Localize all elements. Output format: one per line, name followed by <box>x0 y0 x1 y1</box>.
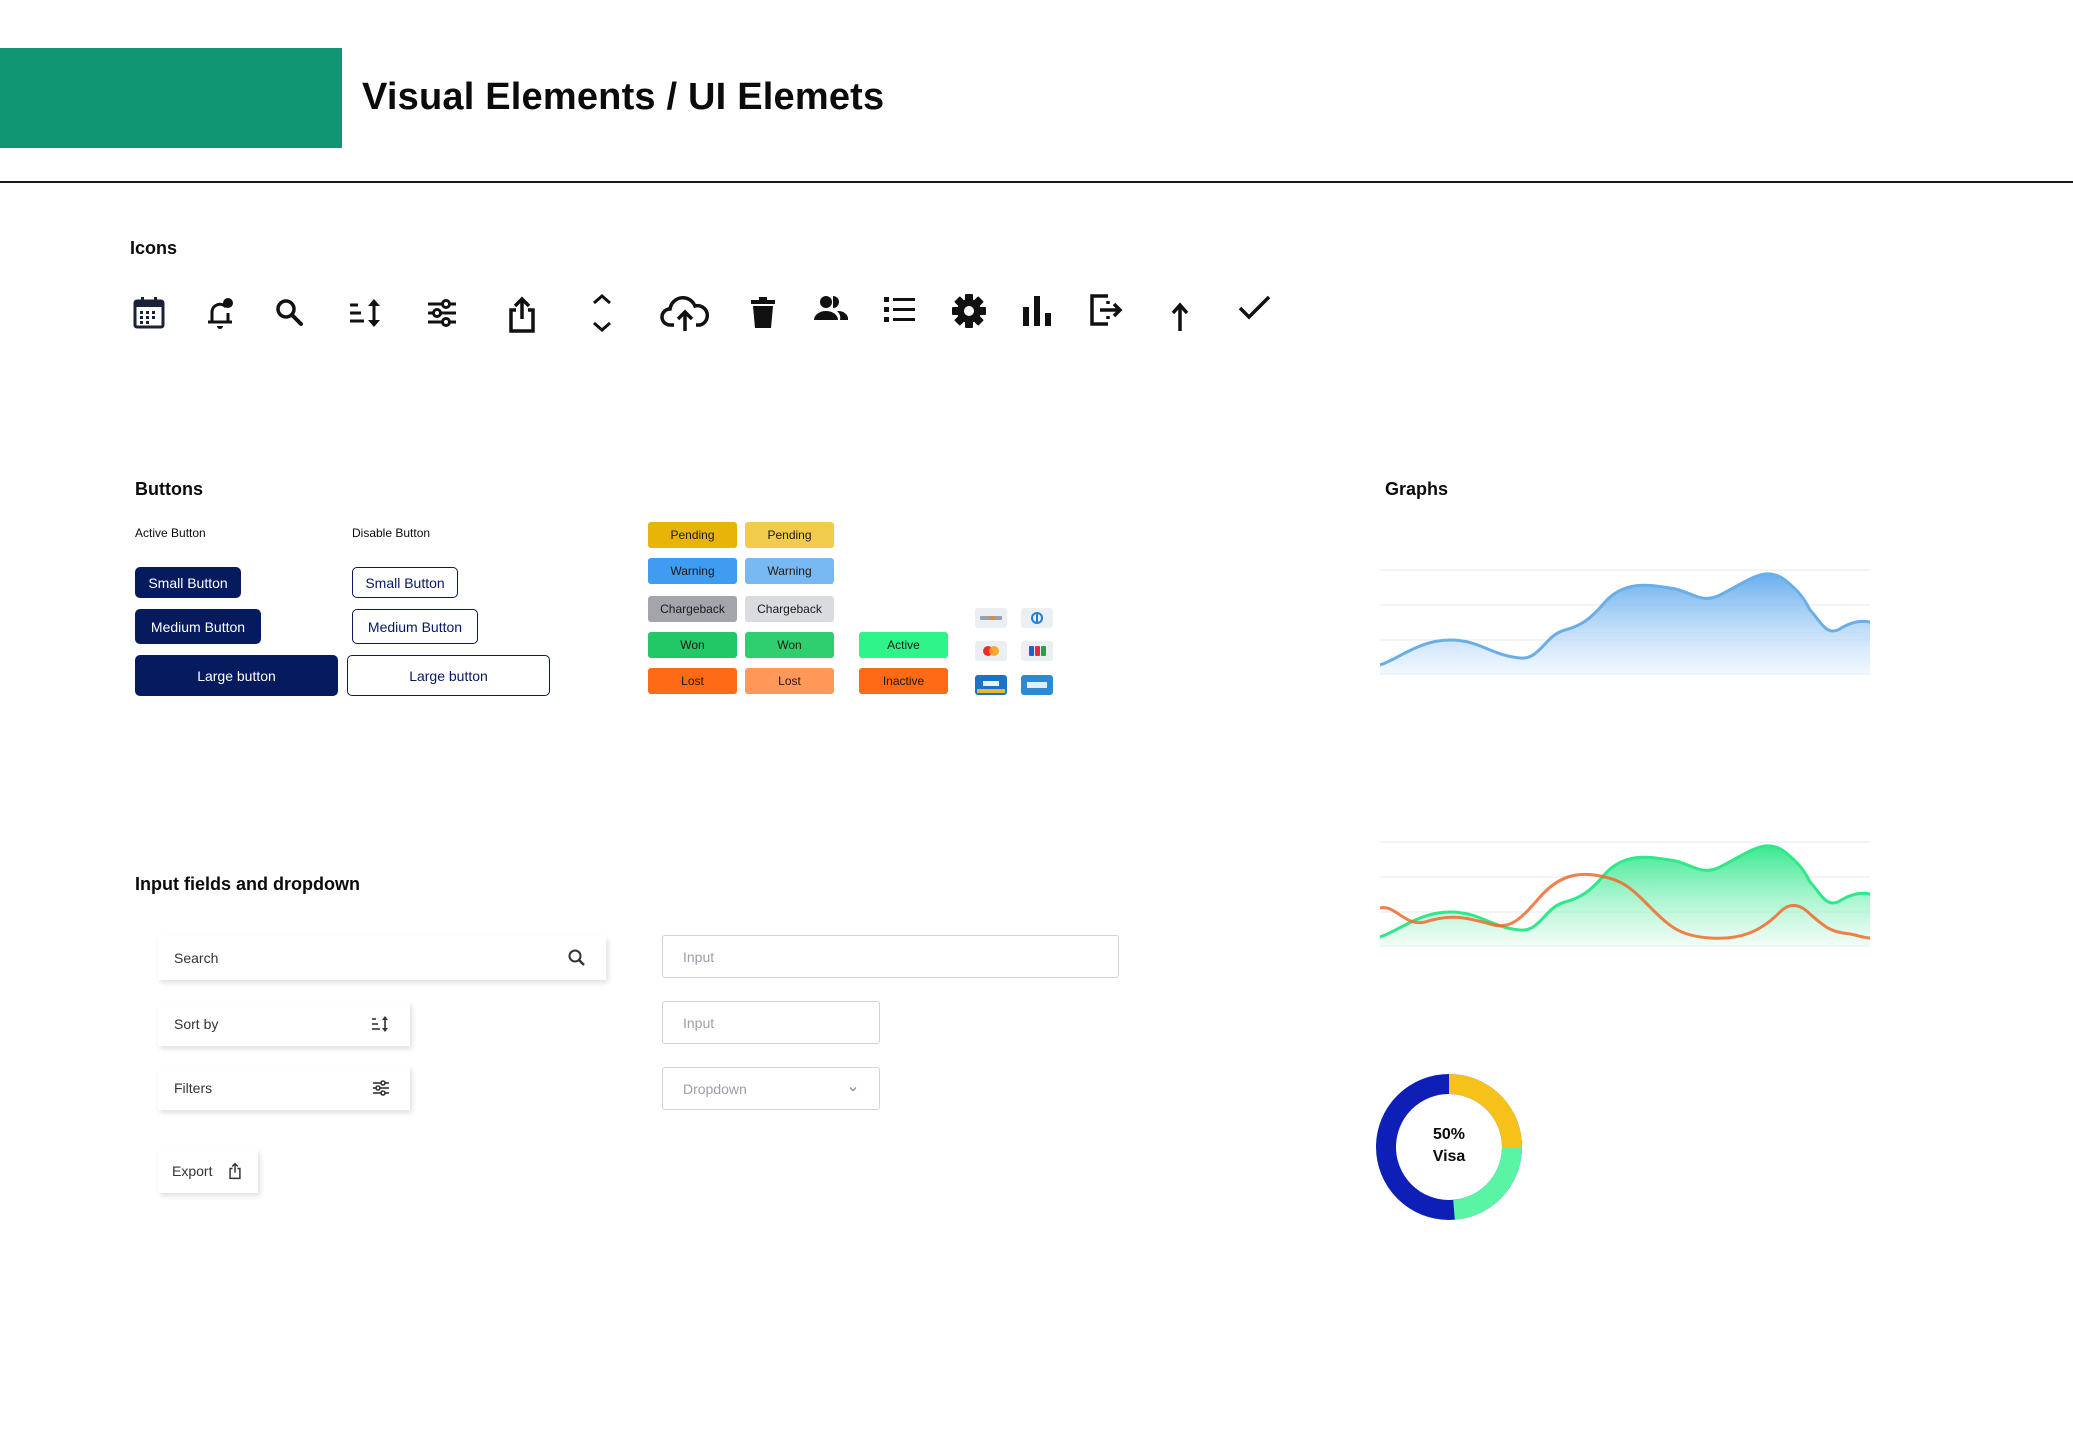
donut-center-label: 50% Visa <box>1399 1124 1499 1168</box>
lost-badge: Lost <box>648 668 737 694</box>
expand-icon[interactable] <box>582 293 622 333</box>
bar-chart-icon[interactable] <box>1019 291 1059 331</box>
icons-section-title: Icons <box>130 238 178 258</box>
warning-badge-light: Warning <box>745 558 834 584</box>
header-divider <box>0 181 2073 183</box>
chevron-down-icon <box>849 1086 857 1091</box>
text-input-wide[interactable]: Input <box>662 935 1119 978</box>
area-chart-green-orange <box>1380 841 1870 947</box>
pending-badge-light: Pending <box>745 522 834 548</box>
sort-icon <box>372 1016 388 1032</box>
filter-icon <box>373 1080 389 1096</box>
chargeback-badge: Chargeback <box>648 596 737 622</box>
lost-badge-light: Lost <box>745 668 834 694</box>
dropdown-select[interactable]: Dropdown <box>662 1067 880 1110</box>
large-button-disabled[interactable]: Large button <box>347 655 550 696</box>
won-badge: Won <box>648 632 737 658</box>
users-icon[interactable] <box>811 290 851 330</box>
disabled-button-label: Disable Button <box>352 526 431 540</box>
bell-icon[interactable] <box>200 293 240 333</box>
list-icon[interactable] <box>880 290 920 330</box>
page-title: Visual Elements / UI Elemets <box>362 76 885 118</box>
calendar-icon[interactable] <box>129 293 169 333</box>
jcb-card-icon <box>1021 641 1053 661</box>
trash-icon[interactable] <box>743 293 783 333</box>
text-input-wide-placeholder: Input <box>683 948 715 965</box>
discover-card-icon <box>975 608 1007 628</box>
inputs-section-title: Input fields and dropdown <box>135 874 360 894</box>
diners-card-icon <box>1021 608 1053 628</box>
share-icon[interactable] <box>502 295 542 335</box>
brand-block <box>0 48 342 148</box>
share-icon <box>229 1162 241 1180</box>
large-button-active[interactable]: Large button <box>135 655 338 696</box>
medium-button-active[interactable]: Medium Button <box>135 609 261 644</box>
graphs-section-title: Graphs <box>1385 479 1449 499</box>
area-chart-blue <box>1380 569 1870 675</box>
search-icon[interactable] <box>270 293 310 333</box>
filter-icon[interactable] <box>422 293 462 333</box>
medium-button-disabled[interactable]: Medium Button <box>352 609 478 644</box>
visa-card-icon <box>975 675 1007 695</box>
donut-percent: 50% <box>1432 1126 1466 1143</box>
sort-by-label: Sort by <box>174 1016 219 1032</box>
filters-label: Filters <box>174 1080 213 1096</box>
arrow-up-icon[interactable] <box>1160 295 1200 335</box>
gear-icon[interactable] <box>949 291 989 331</box>
search-input-label: Search <box>174 950 219 966</box>
pending-badge: Pending <box>648 522 737 548</box>
text-input-narrow[interactable]: Input <box>662 1001 880 1044</box>
check-icon[interactable] <box>1234 288 1274 328</box>
search-input[interactable]: Search <box>158 936 606 980</box>
mastercard-icon <box>975 641 1007 661</box>
inactive-status-badge: Inactive <box>859 668 948 694</box>
warning-badge: Warning <box>648 558 737 584</box>
amex-card-icon <box>1021 675 1053 695</box>
export-label: Export <box>172 1163 213 1179</box>
dropdown-placeholder: Dropdown <box>683 1080 747 1097</box>
buttons-section-title: Buttons <box>135 479 203 499</box>
export-button[interactable]: Export <box>158 1149 258 1193</box>
cloud-upload-icon[interactable] <box>660 293 710 333</box>
sort-icon[interactable] <box>346 293 386 333</box>
active-button-label: Active Button <box>135 526 206 540</box>
donut-caption: Visa <box>1432 1148 1466 1165</box>
won-badge-light: Won <box>745 632 834 658</box>
filters-button[interactable]: Filters <box>158 1066 410 1110</box>
active-status-badge: Active <box>859 632 948 658</box>
search-icon <box>568 949 585 966</box>
small-button-disabled[interactable]: Small Button <box>352 567 458 598</box>
small-button-active[interactable]: Small Button <box>135 567 241 598</box>
sort-by-button[interactable]: Sort by <box>158 1002 410 1046</box>
logout-icon[interactable] <box>1086 290 1126 330</box>
text-input-narrow-placeholder: Input <box>683 1014 715 1031</box>
chargeback-badge-light: Chargeback <box>745 596 834 622</box>
